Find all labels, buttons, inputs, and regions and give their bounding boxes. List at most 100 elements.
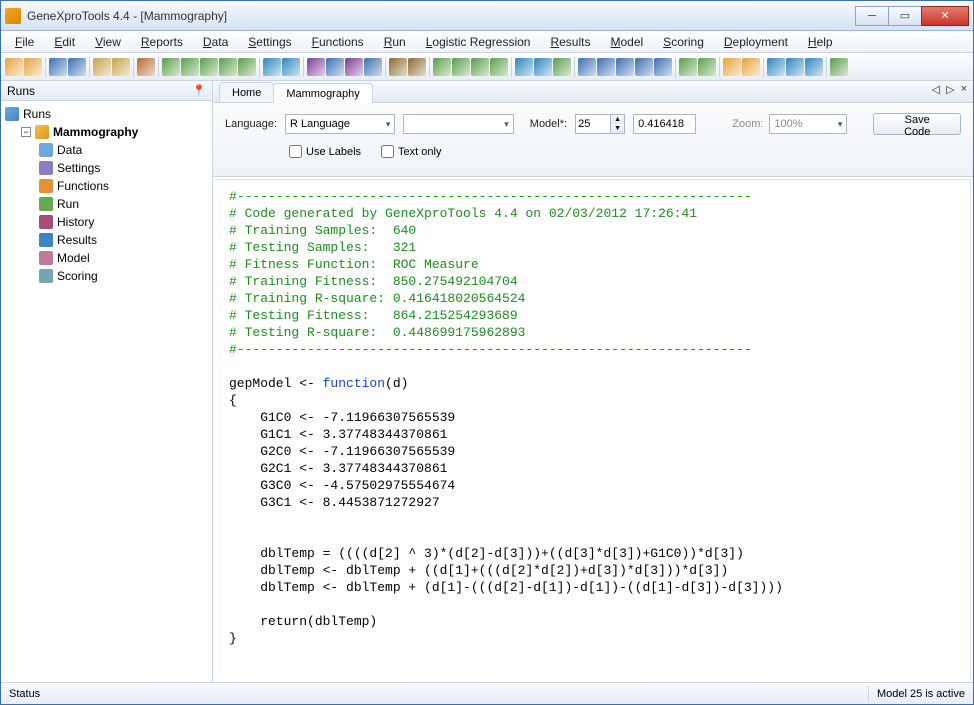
toolbar-button-20[interactable] <box>433 58 451 76</box>
tree-root[interactable]: Runs <box>3 105 210 123</box>
minimize-button[interactable]: ─ <box>855 6 889 26</box>
secondary-select[interactable] <box>403 114 513 134</box>
use-labels-box[interactable] <box>289 145 302 158</box>
content-area: Runs 📍 Runs − Mammography DataSettingsFu… <box>1 81 973 682</box>
toolbar-button-21[interactable] <box>452 58 470 76</box>
model-input[interactable] <box>576 115 610 133</box>
settings-icon <box>39 161 53 175</box>
window-buttons: ─ ▭ ✕ <box>856 6 969 26</box>
toolbar-button-38[interactable] <box>805 58 823 76</box>
close-button[interactable]: ✕ <box>921 6 969 26</box>
toolbar-button-1[interactable] <box>24 58 42 76</box>
zoom-select[interactable]: 100% <box>769 114 847 134</box>
toolbar-button-9[interactable] <box>200 58 218 76</box>
tree-item-label: Scoring <box>57 269 98 283</box>
toolbar-button-34[interactable] <box>723 58 741 76</box>
code-viewer[interactable]: #---------------------------------------… <box>215 179 971 680</box>
menu-item-scoring[interactable]: Scoring <box>655 33 712 51</box>
tree-item-history[interactable]: History <box>3 213 210 231</box>
maximize-button[interactable]: ▭ <box>888 6 922 26</box>
text-only-checkbox[interactable]: Text only <box>381 145 441 158</box>
tab-mammography[interactable]: Mammography <box>273 83 372 103</box>
toolbar-button-31[interactable] <box>654 58 672 76</box>
toolbar-button-7[interactable] <box>162 58 180 76</box>
toolbar-button-35[interactable] <box>742 58 760 76</box>
use-labels-checkbox[interactable]: Use Labels <box>289 145 361 158</box>
toolbar-button-17[interactable] <box>364 58 382 76</box>
toolbar-button-4[interactable] <box>93 58 111 76</box>
spinner-arrows[interactable]: ▲▼ <box>610 115 624 133</box>
toolbar-button-33[interactable] <box>698 58 716 76</box>
tree-project[interactable]: − Mammography <box>3 123 210 141</box>
model-label: Model*: <box>530 118 567 130</box>
toolbar-button-6[interactable] <box>137 58 155 76</box>
toolbar-button-0[interactable] <box>5 58 23 76</box>
toolbar-button-13[interactable] <box>282 58 300 76</box>
text-only-box[interactable] <box>381 145 394 158</box>
toolbar-button-14[interactable] <box>307 58 325 76</box>
toolbar-button-10[interactable] <box>219 58 237 76</box>
toolbar-button-24[interactable] <box>515 58 533 76</box>
pin-icon[interactable]: 📍 <box>192 84 206 97</box>
tab-next-icon[interactable]: ▷ <box>946 83 954 96</box>
toolbar-button-25[interactable] <box>534 58 552 76</box>
tab-row: Home Mammography ◁ ▷ × <box>213 81 973 103</box>
tree-item-run[interactable]: Run <box>3 195 210 213</box>
toolbar-button-30[interactable] <box>635 58 653 76</box>
zoom-value: 100% <box>774 118 802 130</box>
toolbar-button-23[interactable] <box>490 58 508 76</box>
toolbar-button-28[interactable] <box>597 58 615 76</box>
sidebar: Runs 📍 Runs − Mammography DataSettingsFu… <box>1 81 213 682</box>
menu-item-help[interactable]: Help <box>800 33 841 51</box>
menu-item-model[interactable]: Model <box>602 33 651 51</box>
toolbar-button-27[interactable] <box>578 58 596 76</box>
tree-item-functions[interactable]: Functions <box>3 177 210 195</box>
menu-item-reports[interactable]: Reports <box>133 33 191 51</box>
menu-item-edit[interactable]: Edit <box>46 33 83 51</box>
tree-item-data[interactable]: Data <box>3 141 210 159</box>
menu-item-run[interactable]: Run <box>376 33 414 51</box>
toolbar-button-39[interactable] <box>830 58 848 76</box>
save-code-button[interactable]: Save Code <box>873 113 961 135</box>
toolbar-button-3[interactable] <box>68 58 86 76</box>
toolbar-button-12[interactable] <box>263 58 281 76</box>
toolbar-button-22[interactable] <box>471 58 489 76</box>
expander-icon[interactable]: − <box>21 127 31 137</box>
toolbar-button-5[interactable] <box>112 58 130 76</box>
language-select[interactable]: R Language <box>285 114 395 134</box>
menu-item-functions[interactable]: Functions <box>304 33 372 51</box>
model-icon <box>39 251 53 265</box>
toolbar-button-19[interactable] <box>408 58 426 76</box>
toolbar-button-36[interactable] <box>767 58 785 76</box>
tree-item-settings[interactable]: Settings <box>3 159 210 177</box>
tree-item-model[interactable]: Model <box>3 249 210 267</box>
menu-item-deployment[interactable]: Deployment <box>716 33 796 51</box>
menu-item-view[interactable]: View <box>87 33 129 51</box>
menu-item-data[interactable]: Data <box>195 33 236 51</box>
toolbar-button-2[interactable] <box>49 58 67 76</box>
toolbar-button-18[interactable] <box>389 58 407 76</box>
model-spinner[interactable]: ▲▼ <box>575 114 625 134</box>
menu-item-settings[interactable]: Settings <box>240 33 299 51</box>
toolbar-button-16[interactable] <box>345 58 363 76</box>
toolbar-button-32[interactable] <box>679 58 697 76</box>
tree-item-scoring[interactable]: Scoring <box>3 267 210 285</box>
toolbar-button-11[interactable] <box>238 58 256 76</box>
tree-item-label: History <box>57 215 94 229</box>
toolbar-button-8[interactable] <box>181 58 199 76</box>
tree-item-results[interactable]: Results <box>3 231 210 249</box>
toolbar-button-37[interactable] <box>786 58 804 76</box>
toolbar-button-29[interactable] <box>616 58 634 76</box>
tree-project-label: Mammography <box>53 125 138 139</box>
tab-home[interactable]: Home <box>219 82 274 102</box>
menu-item-file[interactable]: File <box>7 33 42 51</box>
menu-item-results[interactable]: Results <box>542 33 598 51</box>
history-icon <box>39 215 53 229</box>
tab-mammography-label: Mammography <box>286 88 359 100</box>
tab-prev-icon[interactable]: ◁ <box>932 83 940 96</box>
statusbar: Status Model 25 is active <box>1 682 973 704</box>
menu-item-logistic-regression[interactable]: Logistic Regression <box>418 33 539 51</box>
toolbar-button-15[interactable] <box>326 58 344 76</box>
toolbar-button-26[interactable] <box>553 58 571 76</box>
tab-close-icon[interactable]: × <box>961 83 967 96</box>
